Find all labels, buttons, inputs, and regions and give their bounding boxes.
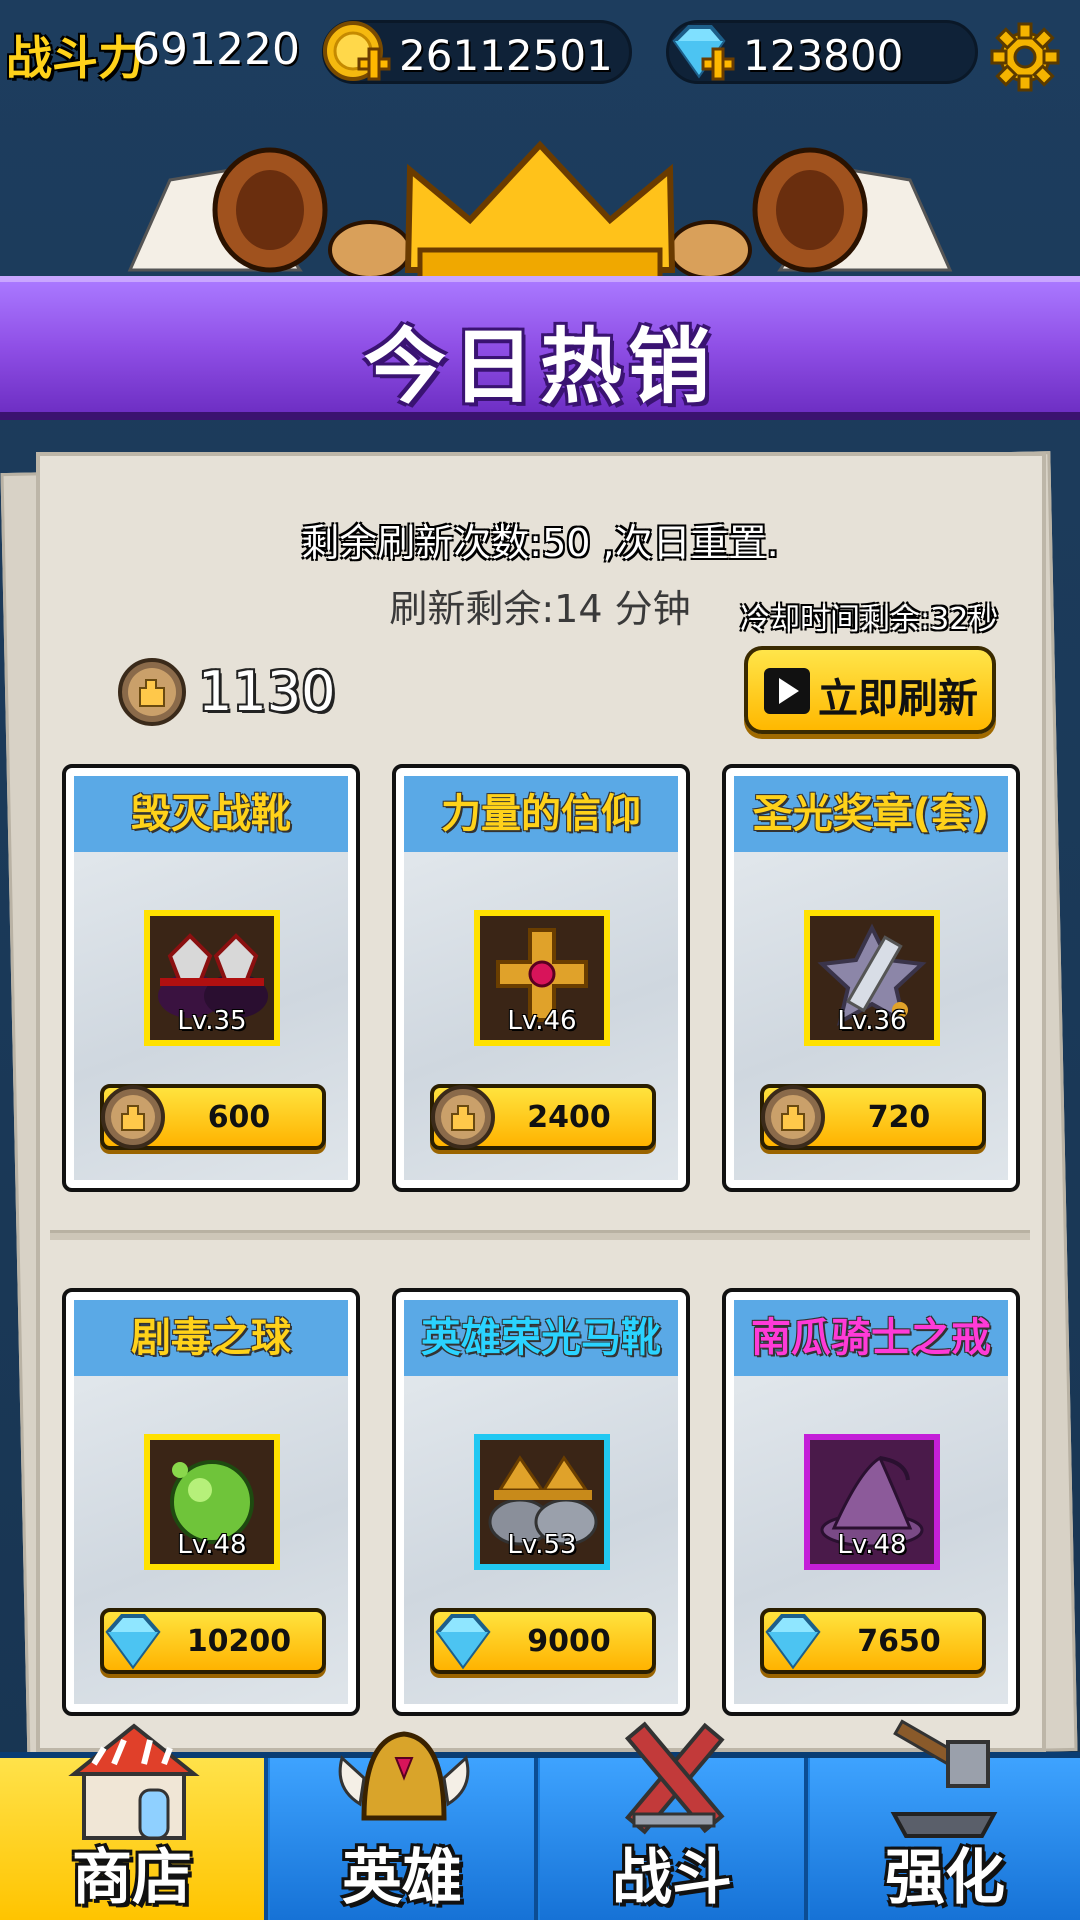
item-level: Lv.46 xyxy=(507,1006,577,1036)
banner-title: 今日热销 xyxy=(363,320,716,415)
token-count: 1130 xyxy=(198,660,336,723)
cooldown-text: 冷却时间剩余:32秒 xyxy=(740,602,999,637)
refresh-count-text: 剩余刷新次数:50 ,次日重置. xyxy=(301,521,779,565)
crown-trumpets-icon xyxy=(127,140,953,283)
gem-icon xyxy=(435,1614,491,1670)
shop-item-card[interactable]: 圣光奖章(套) Lv.36 720 xyxy=(722,764,1020,1192)
item-name: 剧毒之球 xyxy=(74,1300,348,1376)
gem-counter[interactable]: 123800 xyxy=(666,20,978,84)
buy-button[interactable]: 720 xyxy=(760,1084,986,1150)
tab-shop[interactable]: 商店 xyxy=(0,1723,268,1920)
item-slot: Lv.48 xyxy=(144,1434,280,1570)
tab-hero[interactable]: 英雄 xyxy=(270,1731,538,1920)
buy-button[interactable]: 9000 xyxy=(430,1608,656,1674)
item-level: Lv.35 xyxy=(177,1006,247,1036)
item-slot: Lv.53 xyxy=(474,1434,610,1570)
tab-label: 商店 xyxy=(72,1843,192,1913)
item-slot: Lv.48 xyxy=(804,1434,940,1570)
item-name: 力量的信仰 xyxy=(404,776,678,852)
gem-icon xyxy=(765,1614,821,1670)
item-slot: Lv.36 xyxy=(804,910,940,1046)
gem-value: 123800 xyxy=(743,31,904,80)
item-slot: Lv.46 xyxy=(474,910,610,1046)
gear-icon[interactable] xyxy=(990,22,1060,92)
power-value: 691220 xyxy=(132,24,300,75)
buy-button[interactable]: 2400 xyxy=(430,1084,656,1150)
token-icon xyxy=(431,1085,495,1149)
buy-button[interactable]: 600 xyxy=(100,1084,326,1150)
refresh-now-button[interactable]: 立即刷新 xyxy=(744,646,996,734)
tab-label: 强化 xyxy=(885,1843,1005,1913)
play-icon xyxy=(764,668,810,714)
item-name: 南瓜骑士之戒 xyxy=(734,1300,1008,1376)
buy-button[interactable]: 7650 xyxy=(760,1608,986,1674)
shop-screen: 战斗力 691220 26112501 123800 今日热销 剩余刷新次数:5… xyxy=(0,0,1080,1920)
tab-label: 战斗 xyxy=(612,1843,732,1913)
token-icon xyxy=(761,1085,825,1149)
tab-battle[interactable]: 战斗 xyxy=(540,1721,808,1920)
divider xyxy=(50,1230,1030,1240)
item-level: Lv.36 xyxy=(837,1006,907,1036)
top-bar: 战斗力 691220 26112501 123800 xyxy=(0,0,1080,110)
gold-coin-plus-icon xyxy=(323,21,391,81)
gem-plus-icon xyxy=(672,25,735,81)
item-price: 9000 xyxy=(527,1624,611,1659)
item-level: Lv.48 xyxy=(837,1530,907,1560)
shop-item-card[interactable]: 毁灭战靴 Lv.35 600 xyxy=(62,764,360,1192)
shop-item-card[interactable]: 剧毒之球 Lv.48 10200 xyxy=(62,1288,360,1716)
item-price: 720 xyxy=(867,1100,931,1135)
item-name: 圣光奖章(套) xyxy=(734,776,1008,852)
gold-value: 26112501 xyxy=(399,31,613,80)
item-price: 2400 xyxy=(527,1100,611,1135)
shop-item-card[interactable]: 英雄荣光马靴 Lv.53 9000 xyxy=(392,1288,690,1716)
item-price: 10200 xyxy=(186,1624,292,1659)
item-price: 600 xyxy=(207,1100,271,1135)
token-icon xyxy=(101,1085,165,1149)
gold-counter[interactable]: 26112501 xyxy=(322,20,632,84)
shop-item-card[interactable]: 力量的信仰 Lv.46 2400 xyxy=(392,764,690,1192)
shop-item-card[interactable]: 南瓜骑士之戒 Lv.48 7650 xyxy=(722,1288,1020,1716)
banner: 今日热销 xyxy=(0,276,1080,420)
item-price: 7650 xyxy=(857,1624,941,1659)
item-level: Lv.48 xyxy=(177,1530,247,1560)
item-level: Lv.53 xyxy=(507,1530,577,1560)
buy-button[interactable]: 10200 xyxy=(100,1608,326,1674)
item-name: 英雄荣光马靴 xyxy=(404,1300,678,1376)
tab-enhance[interactable]: 强化 xyxy=(810,1719,1080,1920)
gem-icon xyxy=(105,1614,161,1670)
tab-label: 英雄 xyxy=(342,1843,462,1913)
item-name: 毁灭战靴 xyxy=(74,776,348,852)
power-label: 战斗力 xyxy=(6,31,144,85)
refresh-now-label: 立即刷新 xyxy=(818,676,978,722)
token-icon xyxy=(118,658,186,726)
item-slot: Lv.35 xyxy=(144,910,280,1046)
